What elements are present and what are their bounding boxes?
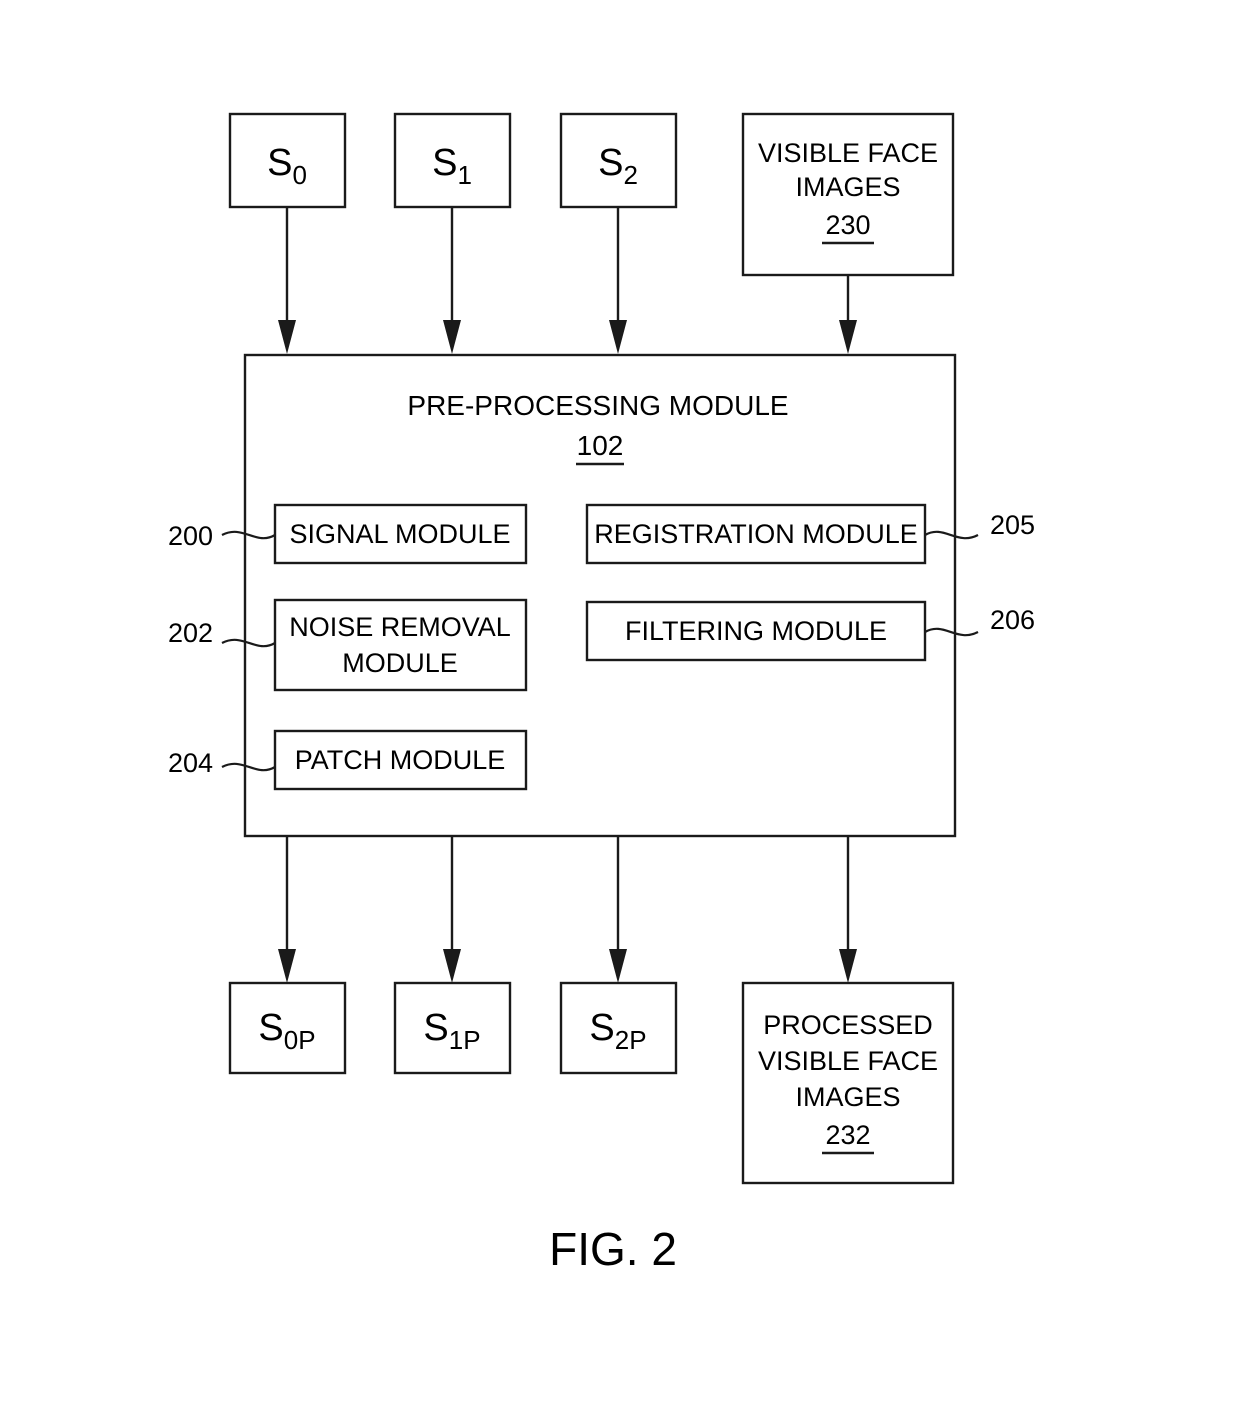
visible-face-images-line1: VISIBLE FACE — [758, 138, 938, 168]
arrow-module-to-output-1 — [443, 836, 461, 983]
arrow-module-to-output-2 — [609, 836, 627, 983]
arrow-module-to-output-0 — [278, 836, 296, 983]
ref-number-200: 200 — [168, 521, 213, 551]
output-box-signal-2-processed: S2P — [559, 981, 678, 1075]
ref-number-205: 205 — [990, 510, 1035, 540]
pre-processing-module-ref: 102 — [577, 430, 624, 461]
figure-canvas: S0 S1 S2 VISIBLE FACE IMAGES 230 PRE-PRO… — [168, 112, 1035, 1275]
figure-caption: FIG. 2 — [549, 1223, 677, 1275]
noise-removal-module-label-line1: NOISE REMOVAL — [289, 612, 511, 642]
pre-processing-module-title: PRE-PROCESSING MODULE — [407, 390, 788, 421]
processed-visible-face-images-line2: VISIBLE FACE — [758, 1046, 938, 1076]
input-box-visible-face-images: VISIBLE FACE IMAGES 230 — [741, 112, 955, 277]
noise-removal-module-label-line2: MODULE — [342, 648, 458, 678]
processed-visible-face-images-line3: IMAGES — [795, 1082, 900, 1112]
arrow-input-2-to-module — [609, 207, 627, 354]
arrow-visible-face-images-to-module — [839, 275, 857, 354]
noise-removal-module-box: NOISE REMOVAL MODULE — [273, 598, 528, 692]
signal-module-box: SIGNAL MODULE — [273, 503, 528, 565]
output-box-signal-1-processed: S1P — [393, 981, 512, 1075]
registration-module-label: REGISTRATION MODULE — [594, 519, 918, 549]
patch-module-box: PATCH MODULE — [273, 729, 528, 791]
arrow-input-0-to-module — [278, 207, 296, 354]
signal-module-label: SIGNAL MODULE — [289, 519, 510, 549]
registration-module-box: REGISTRATION MODULE — [585, 503, 927, 565]
input-box-signal-0: S0 — [228, 112, 347, 209]
patent-figure-2: S0 S1 S2 VISIBLE FACE IMAGES 230 PRE-PRO… — [0, 0, 1240, 1418]
visible-face-images-ref: 230 — [825, 210, 870, 240]
patch-module-label: PATCH MODULE — [295, 745, 506, 775]
input-box-signal-1: S1 — [393, 112, 512, 209]
filtering-module-box: FILTERING MODULE — [585, 600, 927, 662]
ref-number-202: 202 — [168, 618, 213, 648]
arrow-module-to-processed-images — [839, 836, 857, 983]
arrow-input-1-to-module — [443, 207, 461, 354]
processed-visible-face-images-ref: 232 — [825, 1120, 870, 1150]
processed-visible-face-images-line1: PROCESSED — [763, 1010, 933, 1040]
output-box-processed-visible-face-images: PROCESSED VISIBLE FACE IMAGES 232 — [741, 981, 955, 1185]
output-box-signal-0-processed: S0P — [228, 981, 347, 1075]
filtering-module-label: FILTERING MODULE — [625, 616, 887, 646]
visible-face-images-line2: IMAGES — [795, 172, 900, 202]
ref-number-206: 206 — [990, 605, 1035, 635]
input-box-signal-2: S2 — [559, 112, 678, 209]
ref-number-204: 204 — [168, 748, 213, 778]
